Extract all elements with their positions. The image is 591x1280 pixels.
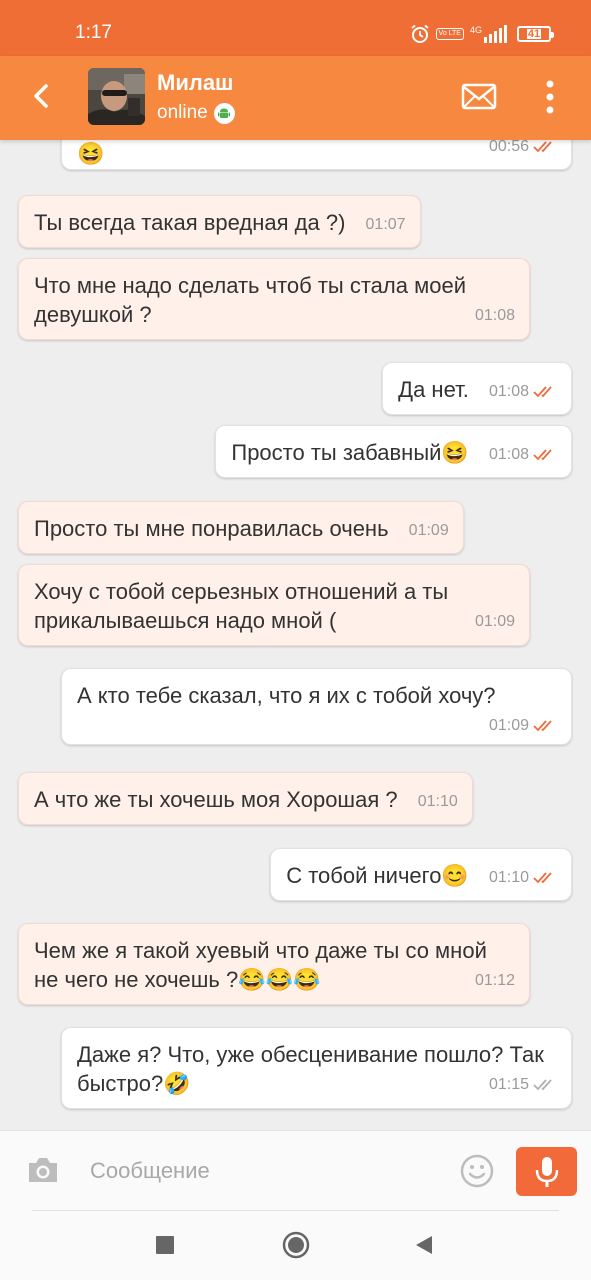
signal-icon <box>484 25 507 43</box>
message-bubble[interactable]: С тобой ничего😊 01:10 <box>270 848 572 901</box>
camera-icon[interactable] <box>26 1155 60 1185</box>
divider <box>32 1210 559 1211</box>
status-icons: Vo LTE 4G 41 <box>410 20 554 48</box>
double-check-icon <box>533 720 552 732</box>
message-time: 00:56 <box>488 140 529 155</box>
message-time: 01:08 <box>488 383 529 400</box>
square-icon[interactable] <box>156 1236 174 1254</box>
message-bubble[interactable]: Что мне надо сделать чтоб ты стала моей … <box>18 258 530 340</box>
double-check-icon <box>533 386 552 398</box>
system-nav-bar <box>0 1210 591 1280</box>
message-composer <box>0 1130 591 1210</box>
volte-icon: Vo LTE <box>435 28 464 40</box>
status-bar: 1:17 Vo LTE 4G 41 <box>0 0 591 56</box>
contact-status-row: online <box>157 102 235 124</box>
status-time: 1:17 <box>75 22 112 43</box>
message-time: 01:10 <box>417 793 458 810</box>
message-meta: 01:08 <box>489 384 557 400</box>
more-vertical-icon[interactable] <box>538 78 562 116</box>
double-check-icon <box>533 141 552 153</box>
message-text: С тобой ничего😊 <box>286 863 469 888</box>
contact-name[interactable]: Милаш <box>157 70 233 96</box>
double-check-icon <box>533 872 552 884</box>
alarm-icon <box>410 24 429 43</box>
message-bubble[interactable]: Да нет. 01:08 <box>382 362 572 415</box>
message-time: 01:08 <box>488 446 529 463</box>
contact-status: online <box>157 102 208 123</box>
circle-home-icon[interactable] <box>282 1231 310 1259</box>
message-time: 01:15 <box>488 1076 529 1093</box>
avatar-image <box>88 68 145 125</box>
microphone-icon <box>535 1156 558 1187</box>
microphone-button[interactable] <box>516 1147 577 1196</box>
envelope-icon[interactable] <box>461 82 497 112</box>
network-type: 4G <box>469 25 482 35</box>
message-text: Просто ты забавный😆 <box>231 440 469 465</box>
message-time: 01:12 <box>474 972 515 989</box>
message-bubble[interactable]: Просто ты мне понравилась очень 01:09 <box>18 501 464 554</box>
message-text: Даже я? Что, уже обесценивание пошло? Та… <box>77 1042 544 1096</box>
message-time: 01:09 <box>488 717 529 734</box>
message-text: Да нет. <box>398 377 469 402</box>
chat-header: Милаш online <box>0 56 591 140</box>
avatar[interactable] <box>88 68 145 125</box>
message-text: А кто тебе сказал, что я их с тобой хочу… <box>77 683 496 708</box>
double-check-icon <box>533 449 552 461</box>
message-text: Чем же я такой хуевый что даже ты со мно… <box>34 938 487 992</box>
message-bubble[interactable]: Даже я? Что, уже обесценивание пошло? Та… <box>61 1027 572 1109</box>
smiley-icon[interactable] <box>459 1153 495 1189</box>
message-time: 01:07 <box>365 216 406 233</box>
message-meta: 01:10 <box>489 870 557 886</box>
message-text: 😆 <box>77 141 105 166</box>
message-bubble[interactable]: 😆 00:56 <box>61 140 572 170</box>
battery-icon: 41 <box>517 26 554 42</box>
message-bubble[interactable]: Чем же я такой хуевый что даже ты со мно… <box>18 923 530 1005</box>
android-icon <box>213 102 235 124</box>
message-text: Что мне надо сделать чтоб ты стала моей … <box>34 273 466 327</box>
message-bubble[interactable]: А что же ты хочешь моя Хорошая ? 01:10 <box>18 772 473 825</box>
message-meta: 00:56 <box>489 140 557 155</box>
message-meta: 01:15 <box>489 1077 557 1093</box>
message-text: Просто ты мне понравилась очень <box>34 516 389 541</box>
message-time: 01:09 <box>474 613 515 630</box>
message-text: Хочу с тобой серьезных отношений а ты пр… <box>34 579 449 633</box>
message-input[interactable] <box>80 1149 440 1193</box>
message-bubble[interactable]: А кто тебе сказал, что я их с тобой хочу… <box>61 668 572 745</box>
message-time: 01:10 <box>488 869 529 886</box>
chevron-left-icon[interactable] <box>24 78 60 114</box>
message-text: Ты всегда такая вредная да ?) <box>34 210 346 235</box>
message-meta: 01:09 <box>489 718 557 734</box>
message-bubble[interactable]: Хочу с тобой серьезных отношений а ты пр… <box>18 564 530 646</box>
double-check-icon <box>533 1079 552 1091</box>
chat-messages[interactable]: 😆 00:56 Ты всегда такая вредная да ?) 01… <box>0 140 591 1130</box>
triangle-back-icon[interactable] <box>413 1234 435 1256</box>
battery-level: 41 <box>526 28 542 40</box>
message-bubble[interactable]: Ты всегда такая вредная да ?) 01:07 <box>18 195 421 248</box>
message-time: 01:09 <box>408 522 449 539</box>
message-meta: 01:08 <box>489 447 557 463</box>
message-text: А что же ты хочешь моя Хорошая ? <box>34 787 398 812</box>
message-time: 01:08 <box>474 307 515 324</box>
message-bubble[interactable]: Просто ты забавный😆 01:08 <box>215 425 572 478</box>
